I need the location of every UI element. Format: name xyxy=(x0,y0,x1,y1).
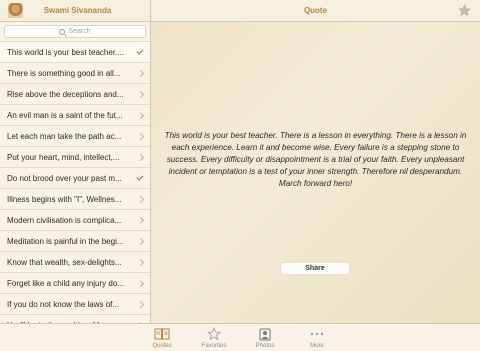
sidebar: Swami Sivananda Search This world is you… xyxy=(0,0,151,323)
list-item-label: Know that wealth, sex-delights... xyxy=(7,257,122,267)
chevron-right-icon xyxy=(136,90,145,98)
list-item[interactable]: Put your heart, mind, intellect,... xyxy=(0,147,150,168)
main-header: Quote xyxy=(151,0,480,22)
list-item-label: Illness begins with "I", Wellnes... xyxy=(7,194,122,204)
list-item[interactable]: There is something good in all... xyxy=(0,63,150,84)
search-placeholder: Search xyxy=(68,28,91,35)
list-item[interactable]: If you do not know the laws of... xyxy=(0,294,150,315)
list-item-label: This world is your best teacher.... xyxy=(7,47,124,57)
book-icon xyxy=(154,327,170,341)
list-item-label: There is something good in all... xyxy=(7,68,121,78)
checkmark-icon xyxy=(136,47,144,55)
chevron-right-icon xyxy=(136,258,145,266)
quote-panel: This world is your best teacher. There i… xyxy=(151,22,480,323)
list-item[interactable]: An evil man is a saint of the fut... xyxy=(0,105,150,126)
search-input[interactable]: Search xyxy=(4,25,146,38)
list-item-label: Meditation is painful in the begi... xyxy=(7,236,124,246)
chevron-right-icon xyxy=(136,195,145,203)
more-icon xyxy=(309,327,325,341)
star-icon xyxy=(206,327,222,341)
list-item-label: Put your heart, mind, intellect,... xyxy=(7,152,120,162)
tab-favorites-label: Favorites xyxy=(201,343,227,349)
favorite-star-icon[interactable] xyxy=(458,4,471,17)
tab-favorites[interactable]: Favorites xyxy=(194,327,234,349)
list-item[interactable]: Let each man take the path ac... xyxy=(0,126,150,147)
tab-bar: Quotes Favorites Photos More xyxy=(0,323,480,351)
avatar[interactable] xyxy=(8,3,23,18)
share-button[interactable]: Share xyxy=(280,262,350,275)
quote-list: This world is your best teacher.... There… xyxy=(0,42,150,323)
list-item[interactable]: Forget like a child any injury do... xyxy=(0,273,150,294)
list-item[interactable]: Illness begins with "I", Wellnes... xyxy=(0,189,150,210)
list-item-label: An evil man is a saint of the fut... xyxy=(7,110,123,120)
list-item-label: Modern civilisation is complica... xyxy=(7,215,122,225)
list-item-label: Do not brood over your past m... xyxy=(7,173,122,183)
search-bar: Search xyxy=(0,22,150,42)
tab-quotes-label: Quotes xyxy=(152,343,172,349)
tab-more-label: More xyxy=(310,343,324,349)
page-title: Quote xyxy=(303,6,328,15)
list-item[interactable]: Do not brood over your past m... xyxy=(0,168,150,189)
list-item[interactable]: This world is your best teacher.... xyxy=(0,42,150,63)
list-item[interactable]: Rise above the deceptions and... xyxy=(0,84,150,105)
list-item[interactable]: You'll be in the world so M... xyxy=(0,315,150,323)
sidebar-header: Swami Sivananda xyxy=(0,0,150,22)
list-item-label: If you do not know the laws of... xyxy=(7,299,120,309)
chevron-right-icon xyxy=(136,111,145,119)
chevron-right-icon xyxy=(136,300,145,308)
list-item[interactable]: Know that wealth, sex-delights... xyxy=(0,252,150,273)
list-item-label: Rise above the deceptions and... xyxy=(7,89,124,99)
quote-text: This world is your best teacher. There i… xyxy=(164,131,467,188)
list-item[interactable]: Meditation is painful in the begi... xyxy=(0,231,150,252)
photos-icon xyxy=(257,327,273,341)
list-item[interactable]: Modern civilisation is complica... xyxy=(0,210,150,231)
tab-photos-label: Photos xyxy=(255,343,275,349)
chevron-right-icon xyxy=(136,132,145,140)
list-item-label: Forget like a child any injury do... xyxy=(7,278,124,288)
list-item-label: Let each man take the path ac... xyxy=(7,131,122,141)
sidebar-title: Swami Sivananda xyxy=(43,6,112,15)
checkmark-icon xyxy=(136,173,144,181)
chevron-right-icon xyxy=(136,279,145,287)
chevron-right-icon xyxy=(136,69,145,77)
search-icon xyxy=(59,28,66,35)
tab-photos[interactable]: Photos xyxy=(245,327,285,349)
chevron-right-icon xyxy=(136,153,145,161)
tab-more[interactable]: More xyxy=(297,327,337,349)
chevron-right-icon xyxy=(136,237,145,245)
chevron-right-icon xyxy=(136,216,145,224)
tab-quotes[interactable]: Quotes xyxy=(142,327,182,349)
